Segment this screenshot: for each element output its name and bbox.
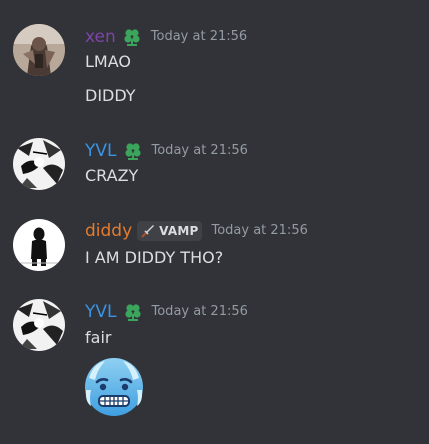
message-header: YVL Today at 21:56 xyxy=(85,141,248,161)
green-clover-icon[interactable] xyxy=(123,302,143,322)
message-header: xen Today at 21:56 xyxy=(85,27,247,47)
role-tag-label: VAMP xyxy=(159,224,199,238)
username[interactable]: YVL xyxy=(85,141,117,161)
message-text: DIDDY xyxy=(85,86,136,105)
role-tag[interactable]: VAMP xyxy=(137,221,203,241)
avatar[interactable] xyxy=(13,219,65,271)
message-text: LMAO xyxy=(85,52,131,71)
green-clover-icon[interactable] xyxy=(123,141,143,161)
cold-face-emoji[interactable] xyxy=(83,356,145,418)
avatar[interactable] xyxy=(13,299,65,351)
message-header: YVL Today at 21:56 xyxy=(85,302,248,322)
username[interactable]: YVL xyxy=(85,302,117,322)
timestamp[interactable]: Today at 21:56 xyxy=(152,141,248,161)
dagger-icon xyxy=(140,223,156,239)
message-header: diddy VAMP Today at 21:56 xyxy=(85,221,308,241)
green-clover-icon[interactable] xyxy=(122,27,142,47)
timestamp[interactable]: Today at 21:56 xyxy=(151,27,247,47)
username[interactable]: diddy xyxy=(85,221,132,241)
username[interactable]: xen xyxy=(85,27,116,47)
avatar[interactable] xyxy=(13,138,65,190)
timestamp[interactable]: Today at 21:56 xyxy=(152,302,248,322)
chat-message-list: xen Today at 21:56 LMAO DIDDY YVL Today … xyxy=(0,0,429,444)
message-text: fair xyxy=(85,328,112,347)
avatar[interactable] xyxy=(13,24,65,76)
message-text: CRAZY xyxy=(85,166,139,185)
timestamp[interactable]: Today at 21:56 xyxy=(211,221,307,241)
message-text: I AM DIDDY THO? xyxy=(85,248,224,267)
